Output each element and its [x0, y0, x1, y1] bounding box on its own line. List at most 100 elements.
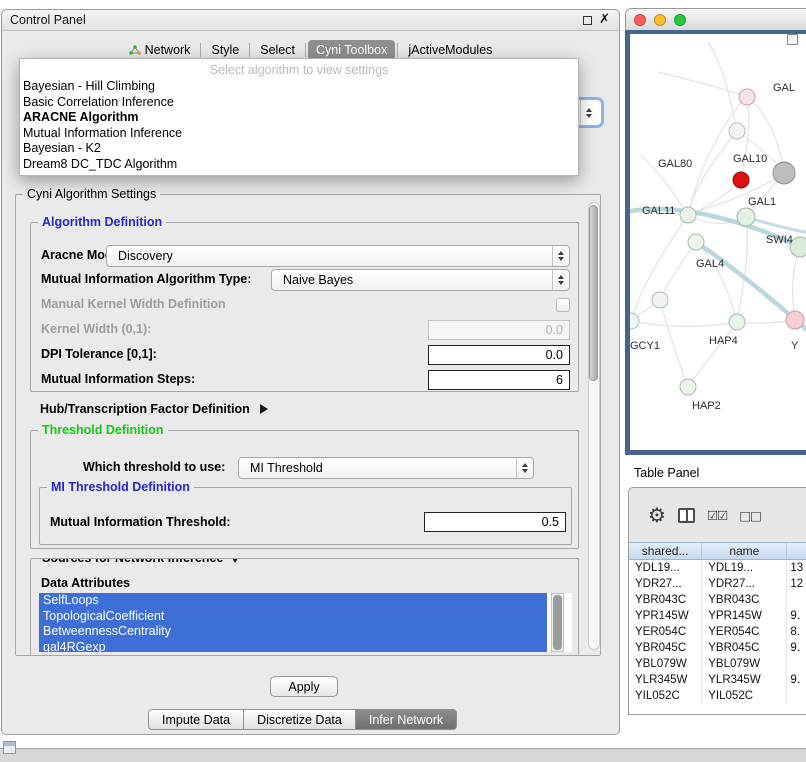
algorithm-option[interactable]: Mutual Information Inference	[20, 126, 578, 142]
tab-jactivemodules[interactable]: jActiveModules	[400, 40, 500, 60]
network-node[interactable]	[680, 207, 696, 223]
tab-network[interactable]: Network	[121, 40, 199, 60]
bottom-tab-impute-data[interactable]: Impute Data	[148, 709, 244, 730]
mi-threshold-label: Mutual Information Threshold:	[50, 515, 231, 529]
network-edge[interactable]	[631, 321, 737, 326]
table-row[interactable]: YER054CYER054C8.	[629, 624, 806, 640]
tab-separator	[249, 43, 250, 57]
tab-label: Select	[260, 43, 295, 57]
mi-threshold-field[interactable]: 0.5	[424, 512, 566, 532]
table-row[interactable]: YBR045CYBR045C9.	[629, 640, 806, 656]
attribute-item[interactable]: TopologicalCoefficient	[39, 609, 547, 625]
mi-type-value: Naive Bayes	[272, 273, 552, 287]
table-cell: YDR27...	[629, 576, 702, 592]
algorithm-option[interactable]: Dream8 DC_TDC Algorithm	[20, 157, 578, 173]
close-traffic-light-icon[interactable]	[634, 14, 646, 26]
which-threshold-select[interactable]: MI Threshold	[238, 457, 534, 479]
kernel-width-label: Kernel Width (0,1):	[41, 322, 151, 336]
table-cell: YIL052C	[702, 688, 787, 704]
network-edge[interactable]	[660, 300, 688, 387]
settings-scrollbar-thumb[interactable]	[589, 205, 598, 381]
data-attributes-list[interactable]: SelfLoopsTopologicalCoefficientBetweenne…	[39, 593, 572, 652]
aracne-mode-select[interactable]: Discovery	[106, 245, 570, 267]
app-root: Control Panel ✗ NetworkStyleSelectCyni T…	[0, 0, 806, 762]
network-node[interactable]	[739, 89, 755, 105]
table-column-header[interactable]	[787, 543, 806, 559]
columns-icon[interactable]	[678, 508, 695, 523]
table-row[interactable]: YPR145WYPR145W9.	[629, 608, 806, 624]
table-column-header[interactable]: shared...	[629, 543, 702, 559]
select-all-checkboxes-icon[interactable]: ☑☑	[707, 508, 727, 523]
attributes-scrollbar-thumb[interactable]	[553, 595, 562, 650]
mi-type-select[interactable]: Naive Bayes	[271, 269, 570, 291]
table-row[interactable]: YBR043CYBR043C	[629, 592, 806, 608]
network-node-label: GAL11	[642, 205, 675, 217]
float-window-icon[interactable]	[583, 16, 592, 25]
deselect-checkboxes-icon[interactable]: □□	[739, 508, 761, 523]
gear-icon[interactable]: ⚙	[648, 505, 666, 525]
bottom-tab-infer-network[interactable]: Infer Network	[356, 709, 457, 730]
network-node[interactable]	[773, 162, 795, 184]
data-attributes-items: SelfLoopsTopologicalCoefficientBetweenne…	[39, 593, 572, 652]
attribute-item[interactable]: gal4RGexp	[39, 640, 547, 653]
network-node-label: GAL4	[696, 258, 724, 270]
algorithm-option[interactable]: Bayesian - Hill Climbing	[20, 79, 578, 95]
network-window: GALGAL80GAL10GAL11GAL1SWI4GAL4GCY1HAP4HA…	[625, 8, 806, 455]
tab-separator	[397, 43, 398, 57]
network-node-label: GAL1	[748, 196, 776, 208]
algorithm-option[interactable]: ARACNE Algorithm	[20, 110, 578, 126]
network-scroll-box[interactable]	[787, 34, 798, 45]
manual-kernel-checkbox	[556, 298, 570, 312]
network-node[interactable]	[688, 234, 704, 250]
network-edge[interactable]	[660, 242, 696, 300]
attribute-item[interactable]: SelfLoops	[39, 593, 547, 609]
network-node[interactable]	[737, 208, 755, 226]
network-node[interactable]	[786, 311, 804, 329]
network-edge[interactable]	[688, 322, 737, 387]
sources-title[interactable]: Sources for Network Inference	[38, 558, 244, 565]
table-row[interactable]: YIL052CYIL052C	[629, 688, 806, 704]
dpi-tolerance-label: DPI Tolerance [0,1]:	[41, 347, 157, 361]
bottom-tab-discretize-data[interactable]: Discretize Data	[244, 709, 356, 730]
network-node[interactable]	[733, 172, 749, 188]
tab-select[interactable]: Select	[252, 40, 303, 60]
table-cell	[787, 592, 806, 608]
network-canvas[interactable]: GALGAL80GAL10GAL11GAL1SWI4GAL4GCY1HAP4HA…	[625, 30, 806, 455]
network-edge[interactable]	[737, 217, 747, 322]
table-cell: YBR045C	[629, 640, 702, 656]
close-icon[interactable]: ✗	[599, 12, 610, 27]
table-cell: YIL052C	[629, 688, 702, 704]
network-node-label: GAL80	[658, 158, 692, 170]
apply-button[interactable]: Apply	[270, 676, 338, 697]
network-edge[interactable]	[688, 180, 741, 215]
table-column-header[interactable]: name	[702, 543, 787, 559]
attribute-item[interactable]: BetweennessCentrality	[39, 624, 547, 640]
algorithm-popup-list: Bayesian - Hill ClimbingBasic Correlatio…	[20, 79, 578, 172]
table-cell: YPR145W	[702, 608, 787, 624]
network-node[interactable]	[729, 123, 745, 139]
table-row[interactable]: YLR345WYLR345W9.	[629, 672, 806, 688]
algorithm-option[interactable]: Basic Correlation Inference	[20, 95, 578, 111]
network-edge[interactable]	[793, 247, 800, 320]
settings-scrollbar[interactable]	[588, 202, 600, 650]
dpi-tolerance-field[interactable]: 0.0	[428, 345, 570, 365]
network-node[interactable]	[729, 314, 745, 330]
network-node[interactable]	[652, 292, 668, 308]
table-cell: 9.	[787, 672, 806, 688]
tab-cyni-toolbox[interactable]: Cyni Toolbox	[308, 40, 395, 60]
table-row[interactable]: YBL079WYBL079W	[629, 656, 806, 672]
hub-section-expander[interactable]: Hub/Transcription Factor Definition	[40, 402, 268, 416]
collapsed-panel-icon[interactable]	[3, 741, 16, 754]
zoom-traffic-light-icon[interactable]	[674, 14, 686, 26]
minimize-traffic-light-icon[interactable]	[654, 14, 666, 26]
mi-steps-field[interactable]: 6	[428, 370, 570, 390]
table-row[interactable]: YDR27...YDR27...12	[629, 576, 806, 592]
attributes-scrollbar[interactable]	[551, 593, 564, 652]
network-node-label: HAP2	[692, 400, 721, 412]
algorithm-option[interactable]: Bayesian - K2	[20, 141, 578, 157]
network-node[interactable]	[680, 379, 696, 395]
network-edge[interactable]	[658, 72, 747, 97]
table-row[interactable]: YDL19...YDL19...13	[629, 560, 806, 576]
table-cell: YER054C	[629, 624, 702, 640]
tab-style[interactable]: Style	[203, 40, 247, 60]
